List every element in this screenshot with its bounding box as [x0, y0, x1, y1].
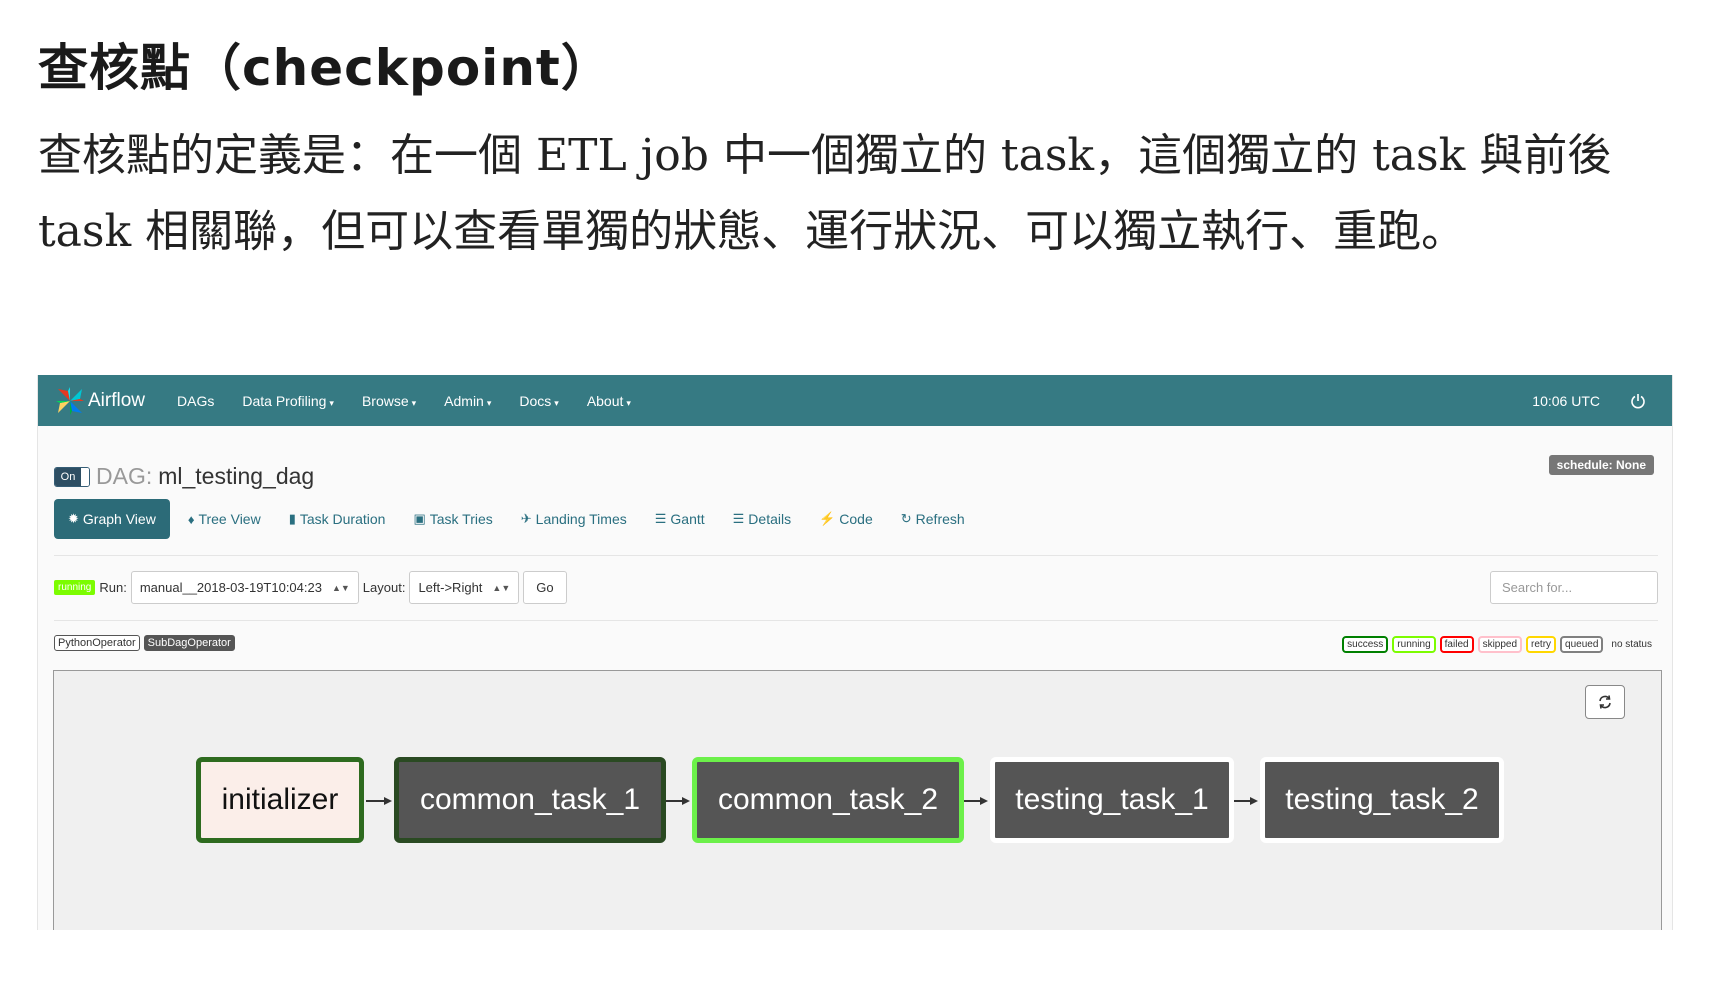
tab-label: Details: [748, 511, 792, 527]
operator-python: PythonOperator: [54, 635, 140, 651]
run-select-value: manual__2018-03-19T10:04:23: [139, 580, 322, 595]
nav-browse[interactable]: Browse ▾: [362, 393, 416, 409]
tab-label: Task Duration: [299, 511, 386, 527]
dag-header: On DAG: ml_testing_dag: [54, 463, 314, 490]
toggle-knob: [81, 467, 89, 486]
nav-docs-label: Docs: [519, 392, 552, 409]
dag-toggle[interactable]: On: [54, 466, 90, 487]
view-tabs: ✹ Graph View ♦ Tree View ▮ Task Duration ▣ T…: [54, 499, 979, 539]
state-failed[interactable]: failed: [1439, 636, 1474, 653]
tab-landing-times[interactable]: ✈ Landing Times: [507, 499, 641, 539]
select-arrows-icon: ▲▼: [492, 582, 511, 593]
tab-gantt[interactable]: ☰ Gantt: [641, 499, 719, 539]
state-legend: success running failed skipped retry que…: [1338, 636, 1652, 653]
article-title: 查核點（checkpoint）: [38, 39, 612, 97]
state-no-status[interactable]: no status: [1611, 639, 1652, 650]
run-state-badge: running: [54, 580, 96, 595]
task-node-common-task-2[interactable]: common_task_2: [692, 757, 964, 843]
brand[interactable]: Airflow: [54, 385, 145, 417]
gantt-icon: ☰: [654, 511, 667, 526]
nav-admin[interactable]: Admin ▾: [444, 393, 491, 409]
bolt-icon: ⚡: [819, 511, 836, 526]
nav-data-profiling-label: Data Profiling: [242, 392, 327, 409]
power-icon[interactable]: [1630, 393, 1646, 409]
edge: [366, 797, 392, 805]
nav-dags-label: DAGs: [177, 392, 215, 409]
tab-label: Task Tries: [429, 511, 493, 527]
task-node-testing-task-2[interactable]: testing_task_2: [1260, 757, 1504, 843]
tab-task-tries[interactable]: ▣ Task Tries: [399, 499, 506, 539]
divider: [54, 555, 1658, 556]
graph-icon: ✹: [68, 511, 79, 526]
nav-about[interactable]: About ▾: [587, 393, 631, 409]
chevron-down-icon: ▾: [329, 397, 334, 408]
nav-docs[interactable]: Docs ▾: [519, 393, 558, 409]
tab-task-duration[interactable]: ▮ Task Duration: [275, 499, 400, 539]
tab-code[interactable]: ⚡ Code: [805, 499, 887, 539]
state-running[interactable]: running: [1392, 636, 1436, 653]
pinwheel-icon: [56, 386, 84, 415]
tries-icon: ▣: [413, 511, 426, 526]
airflow-screenshot: Airflow DAGs Data Profiling ▾ Browse ▾ Adm…: [37, 375, 1673, 930]
edge: [964, 797, 988, 805]
tab-tree-view[interactable]: ♦ Tree View: [174, 499, 275, 539]
chevron-down-icon: ▾: [626, 397, 631, 408]
select-arrows-icon: ▲▼: [331, 582, 350, 593]
chevron-down-icon: ▾: [411, 397, 417, 408]
top-navbar: Airflow DAGs Data Profiling ▾ Browse ▾ Adm…: [38, 375, 1672, 426]
nav-admin-label: Admin: [444, 392, 484, 409]
operator-subdag: SubDagOperator: [143, 635, 235, 651]
tab-graph-view[interactable]: ✹ Graph View: [54, 499, 170, 539]
nav-about-label: About: [586, 392, 624, 409]
nav-browse-label: Browse: [361, 392, 409, 409]
list-icon: ☰: [732, 511, 745, 526]
layout-select[interactable]: Left->Right ▲▼: [409, 571, 520, 604]
state-success[interactable]: success: [1342, 636, 1389, 653]
task-node-initializer[interactable]: initializer: [196, 757, 364, 843]
task-node-common-task-1[interactable]: common_task_1: [394, 757, 666, 843]
page-bottom: [0, 930, 1710, 986]
tab-refresh[interactable]: ↻ Refresh: [887, 499, 979, 539]
tab-label: Code: [839, 511, 873, 527]
state-queued[interactable]: queued: [1560, 636, 1604, 653]
divider: [54, 620, 1658, 621]
state-skipped[interactable]: skipped: [1477, 636, 1523, 653]
operator-legend: PythonOperator SubDagOperator: [54, 635, 239, 651]
chevron-down-icon: ▾: [554, 397, 559, 408]
tab-details[interactable]: ☰ Details: [719, 499, 805, 539]
toggle-on-label: On: [55, 467, 81, 486]
run-select[interactable]: manual__2018-03-19T10:04:23 ▲▼: [130, 571, 359, 604]
edge: [666, 797, 690, 805]
article-paragraph: 查核點的定義是：在一個 ETL job 中一個獨立的 task，這個獨立的 ta…: [38, 130, 1612, 257]
nav-data-profiling[interactable]: Data Profiling ▾: [242, 393, 334, 409]
dag-graph: initializer common_task_1 common_task_2 …: [53, 670, 1662, 930]
nav-dags[interactable]: DAGs: [177, 393, 214, 409]
brand-label: Airflow: [88, 389, 146, 411]
tree-icon: ♦: [187, 511, 195, 527]
state-retry[interactable]: retry: [1526, 636, 1557, 653]
tab-label: Tree View: [198, 511, 261, 527]
bar-chart-icon: ▮: [288, 511, 296, 526]
go-button[interactable]: Go: [523, 571, 567, 604]
dag-label: DAG:: [96, 463, 153, 489]
tab-label: Gantt: [670, 511, 705, 527]
layout-label: Layout:: [362, 580, 406, 595]
dag-name[interactable]: ml_testing_dag: [158, 463, 314, 490]
run-toolbar: running Run: manual__2018-03-19T10:04:23…: [54, 571, 567, 604]
edge: [1234, 797, 1258, 805]
plane-icon: ✈: [520, 511, 532, 526]
schedule-badge: schedule: None: [1548, 455, 1654, 475]
refresh-icon: ↻: [900, 511, 912, 526]
tab-label: Landing Times: [535, 511, 627, 527]
task-node-testing-task-1[interactable]: testing_task_1: [990, 757, 1234, 843]
search-input[interactable]: Search for...: [1490, 571, 1658, 604]
utc-clock: 10:06 UTC: [1532, 392, 1600, 409]
run-label: Run:: [99, 580, 127, 595]
layout-select-value: Left->Right: [418, 580, 483, 595]
tab-label: Graph View: [82, 511, 156, 527]
nav-right: 10:06 UTC: [1532, 393, 1672, 409]
tab-label: Refresh: [915, 511, 965, 527]
chevron-down-icon: ▾: [486, 397, 492, 408]
